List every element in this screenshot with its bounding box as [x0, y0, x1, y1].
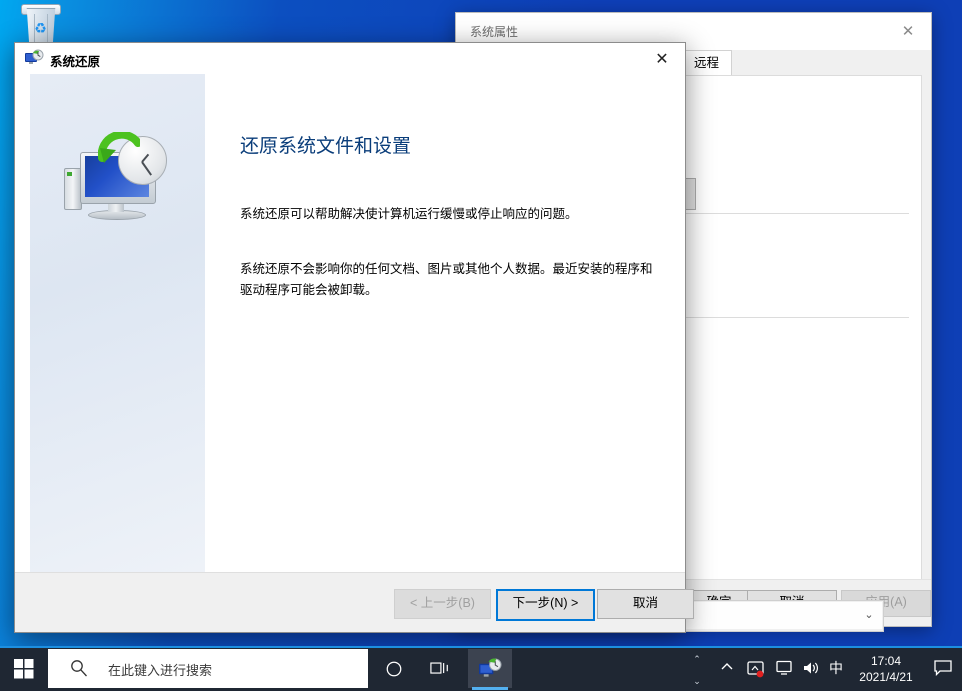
- system-restore-taskbar-icon: [479, 658, 502, 677]
- page-title: 还原系统文件和设置: [240, 136, 412, 157]
- close-icon[interactable]: ✕: [885, 13, 931, 49]
- chevron-down-icon[interactable]: ⌄: [861, 607, 877, 623]
- clock-minute-hand: [141, 161, 152, 176]
- search-placeholder: 在此键入进行搜索: [108, 663, 213, 678]
- system-restore-dialog: 系统还原 ✕ 还原系统文件和设置 系统还原可以帮助解决使计算机运行缓慢或停止响应…: [14, 42, 694, 633]
- wizard-footer: < 上一步(B) 下一步(N) > 取消: [15, 572, 694, 632]
- desktop: ♻ 系统属性 ✕ 远程 统更改。 点，撤消 系统还原(S)... 保护 启用: [0, 0, 962, 691]
- ime-indicator[interactable]: 中: [829, 658, 843, 678]
- system-restore-titlebar: 系统还原 ✕: [15, 43, 685, 74]
- taskbar: 在此键入进行搜索 ⌃ ⌄ 中 17:04 2021/4/21: [0, 646, 962, 691]
- system-restore-icon: [24, 49, 44, 67]
- show-hidden-icons-chevron-icon[interactable]: [720, 660, 734, 677]
- scroll-down-icon[interactable]: ⌄: [690, 676, 704, 687]
- cortana-button[interactable]: [372, 649, 416, 688]
- next-button[interactable]: 下一步(N) >: [496, 589, 595, 621]
- tab-remote[interactable]: 远程: [681, 50, 733, 76]
- close-icon[interactable]: ✕: [639, 43, 685, 74]
- windows-logo-icon: [14, 658, 34, 678]
- cortana-circle-icon: [386, 661, 402, 676]
- system-restore-title: 系统还原: [50, 55, 101, 69]
- clock-time: 17:04: [870, 654, 902, 668]
- taskbar-active-indicator: [472, 687, 508, 690]
- system-tray: ⌃ ⌄ 中 17:04 2021/4/21: [690, 646, 962, 691]
- system-properties-title: 系统属性: [470, 25, 519, 39]
- recycle-symbol-icon: ♻: [34, 20, 47, 36]
- back-button[interactable]: < 上一步(B): [394, 589, 491, 619]
- wizard-content: 还原系统文件和设置 系统还原可以帮助解决使计算机运行缓慢或停止响应的问题。 系统…: [205, 74, 685, 573]
- volume-icon[interactable]: [802, 660, 820, 679]
- search-icon: [70, 659, 88, 677]
- scroll-up-icon[interactable]: ⌃: [690, 654, 704, 665]
- notifications-icon[interactable]: [934, 660, 952, 677]
- task-view-button[interactable]: [418, 649, 462, 688]
- clock-date: 2021/4/21: [859, 670, 913, 684]
- clock[interactable]: 17:04 2021/4/21: [852, 653, 920, 685]
- start-button[interactable]: [0, 646, 48, 691]
- tray-scroll-arrows[interactable]: ⌃ ⌄: [690, 654, 704, 687]
- display-icon[interactable]: [775, 660, 793, 679]
- wizard-sidebar: [30, 74, 206, 573]
- screen-recorder-icon[interactable]: [747, 660, 765, 681]
- wizard-paragraph-2: 系统还原不会影响你的任何文档、图片或其他个人数据。最近安装的程序和驱动程序可能会…: [240, 262, 653, 297]
- task-view-icon: [430, 662, 448, 674]
- wizard-paragraph-1: 系统还原可以帮助解决使计算机运行缓慢或停止响应的问题。: [240, 207, 578, 221]
- restore-arrow-icon: [97, 130, 142, 166]
- tower-led: [67, 172, 72, 176]
- cancel-button[interactable]: 取消: [597, 589, 694, 619]
- taskbar-item-system-restore[interactable]: [468, 649, 512, 688]
- search-input[interactable]: 在此键入进行搜索: [48, 649, 368, 688]
- restore-illustration-icon: [58, 130, 178, 232]
